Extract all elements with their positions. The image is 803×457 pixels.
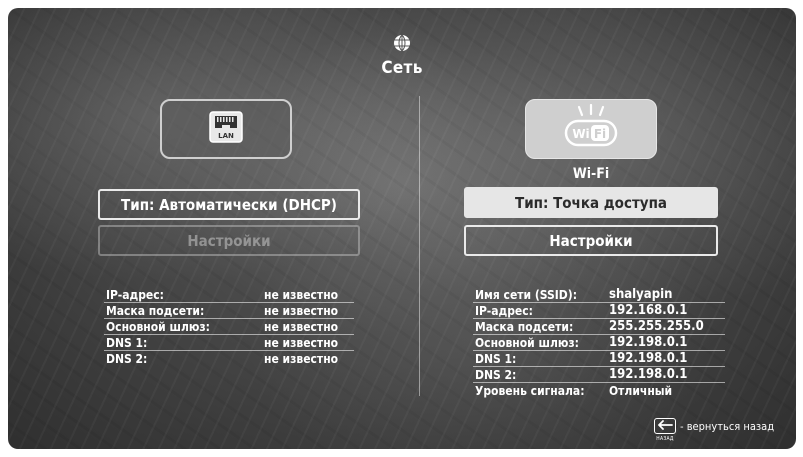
wifi-row-label: DNS 2: — [475, 368, 517, 382]
wifi-tile[interactable]: Wi Fi — [525, 99, 657, 159]
wifi-type-button[interactable]: Тип: Точка доступа — [464, 187, 718, 218]
lan-row-dns2: DNS 2: не известно — [104, 351, 354, 367]
page-title: Сеть — [381, 58, 423, 78]
header: Сеть — [8, 34, 796, 78]
wifi-row-value: 255.255.255.0 — [609, 319, 704, 334]
lan-row-value: не известно — [264, 320, 339, 334]
lan-settings-button[interactable]: Настройки — [98, 225, 360, 256]
wifi-row-label: Основной шлюз: — [475, 336, 579, 350]
back-key[interactable]: НАЗАД — [654, 418, 676, 442]
back-hint[interactable]: НАЗАД - вернуться назад — [654, 418, 775, 442]
back-label: - вернуться назад — [680, 419, 775, 433]
wifi-row-mask: Маска подсети: 255.255.255.0 — [473, 319, 725, 335]
wifi-row-value: 192.198.0.1 — [609, 367, 688, 382]
wifi-icon: Wi Fi — [560, 103, 622, 154]
wifi-icon-text-a: Wi — [572, 127, 589, 141]
lan-info-table: IP-адрес: не известно Маска подсети: не … — [104, 287, 354, 367]
wifi-row-value: Отличный — [609, 384, 673, 398]
wifi-row-value: 192.198.0.1 — [609, 351, 688, 366]
wifi-row-label: DNS 1: — [475, 352, 517, 366]
lan-row-dns1: DNS 1: не известно — [104, 335, 354, 351]
lan-port-icon: LAN — [209, 111, 243, 147]
lan-row-value: не известно — [264, 288, 339, 302]
lan-row-value: не известно — [264, 336, 339, 350]
wifi-row-ip: IP-адрес: 192.168.0.1 — [473, 303, 725, 319]
wifi-row-label: Имя сети (SSID): — [475, 288, 578, 302]
back-arrow-icon — [657, 419, 673, 433]
wifi-row-gateway: Основной шлюз: 192.198.0.1 — [473, 335, 725, 351]
wifi-row-value: 192.168.0.1 — [609, 303, 688, 318]
network-settings-screen: Сеть LAN Тип: Автоматически (DHCP) Настр… — [8, 8, 796, 449]
lan-row-ip: IP-адрес: не известно — [104, 287, 354, 303]
wifi-label: Wi-Fi — [572, 166, 610, 182]
lan-type-button[interactable]: Тип: Автоматически (DHCP) — [98, 189, 360, 220]
back-key-caption: НАЗАД — [656, 436, 674, 442]
lan-row-label: Основной шлюз: — [106, 320, 210, 334]
wifi-icon-text-b: Fi — [594, 127, 606, 141]
wifi-info-table: Имя сети (SSID): shalyapin IP-адрес: 192… — [473, 287, 725, 399]
wifi-row-label: Маска подсети: — [475, 320, 574, 334]
lan-tile[interactable]: LAN — [160, 99, 292, 159]
wifi-settings-button[interactable]: Настройки — [464, 225, 718, 256]
wifi-row-dns2: DNS 2: 192.198.0.1 — [473, 367, 725, 383]
lan-row-label: DNS 1: — [106, 336, 148, 350]
lan-icon-text: LAN — [218, 132, 234, 140]
lan-row-value: не известно — [264, 304, 339, 318]
wifi-row-dns1: DNS 1: 192.198.0.1 — [473, 351, 725, 367]
wifi-row-signal: Уровень сигнала: Отличный — [473, 383, 725, 399]
lan-row-label: IP-адрес: — [106, 288, 164, 302]
globe-icon — [393, 34, 411, 52]
lan-row-value: не известно — [264, 352, 339, 366]
wifi-row-label: IP-адрес: — [475, 304, 533, 318]
lan-row-label: DNS 2: — [106, 352, 148, 366]
wifi-row-label: Уровень сигнала: — [475, 384, 585, 398]
wifi-row-ssid: Имя сети (SSID): shalyapin — [473, 287, 725, 303]
wifi-row-value: shalyapin — [609, 287, 673, 302]
lan-row-label: Маска подсети: — [106, 304, 205, 318]
lan-row-mask: Маска подсети: не известно — [104, 303, 354, 319]
wifi-row-value: 192.198.0.1 — [609, 335, 688, 350]
lan-row-gateway: Основной шлюз: не известно — [104, 319, 354, 335]
column-divider — [419, 96, 420, 396]
